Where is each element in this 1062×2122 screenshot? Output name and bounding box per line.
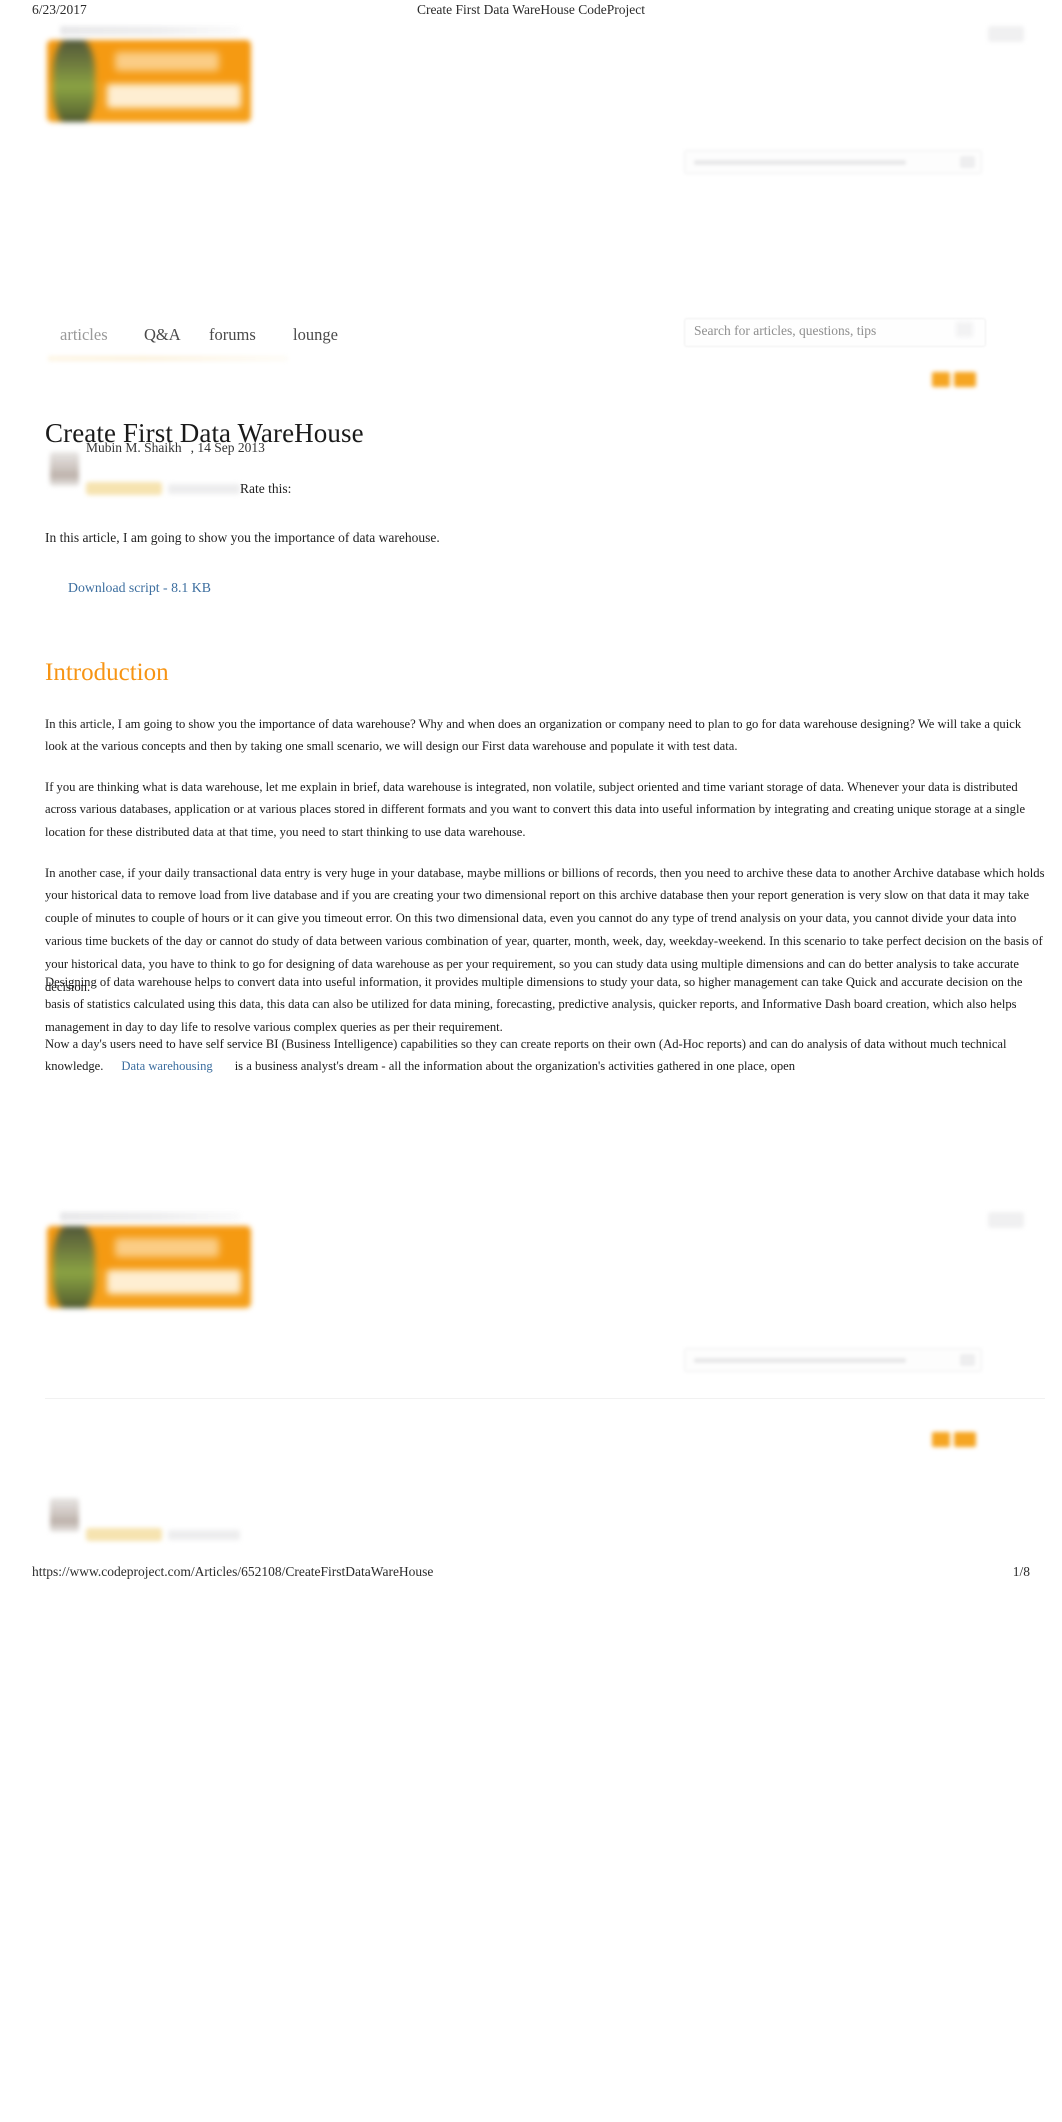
- paragraph-5-after: is a business analyst's dream - all the …: [234, 1059, 796, 1074]
- byline: Mubin M. Shaikh , 14 Sep 2013: [86, 440, 265, 456]
- logo-word-the-code: [115, 52, 219, 71]
- logo-bug-icon: [53, 40, 95, 122]
- nav-item-articles[interactable]: articles: [60, 325, 108, 345]
- article-action-chips-repeat[interactable]: [932, 1432, 976, 1447]
- article-action-chips[interactable]: [932, 372, 976, 387]
- rating-vote-count-repeat: [168, 1530, 240, 1540]
- banner-divider-repeat: [45, 1398, 1045, 1399]
- printed-page: 6/23/2017 Create First Data WareHouse Co…: [0, 0, 1062, 2122]
- site-banner-top: [0, 26, 1062, 136]
- logo-bug-icon-repeat: [53, 1226, 95, 1308]
- banner-tagline-ghost-repeat: [60, 1212, 240, 1221]
- print-footer-url: https://www.codeproject.com/Articles/652…: [32, 1564, 434, 1579]
- avatar[interactable]: [50, 452, 79, 486]
- codeproject-logo[interactable]: [47, 40, 251, 122]
- article-paragraph-4: Designing of data warehouse helps to con…: [45, 974, 1023, 1035]
- banner-search-line-repeat: [694, 1358, 906, 1363]
- chip-action-1-repeat[interactable]: [932, 1432, 950, 1447]
- banner-signin-ghost-repeat[interactable]: [988, 1212, 1024, 1228]
- banner-signin-ghost[interactable]: [988, 26, 1024, 42]
- codeproject-logo-repeat[interactable]: [47, 1226, 251, 1308]
- banner-search-line: [694, 160, 906, 165]
- author-name[interactable]: Mubin M. Shaikh: [86, 440, 182, 455]
- logo-word-project-repeat: [107, 1270, 241, 1294]
- logo-word-the-code-repeat: [115, 1238, 219, 1257]
- chip-action-2-repeat[interactable]: [954, 1432, 976, 1447]
- nav-item-lounge[interactable]: lounge: [293, 325, 338, 345]
- publish-date: , 14 Sep 2013: [190, 440, 265, 455]
- nav-item-forums[interactable]: forums: [209, 325, 256, 345]
- article-paragraph-1: In this article, I am going to show you …: [45, 716, 1022, 754]
- rate-this-label: Rate this:: [240, 481, 292, 496]
- article-lede: In this article, I am going to show you …: [45, 530, 440, 545]
- site-banner-repeat: [0, 1212, 1062, 1322]
- logo-word-project: [107, 84, 241, 108]
- data-warehousing-link[interactable]: Data warehousing: [103, 1059, 234, 1073]
- banner-search-ghost-repeat[interactable]: [684, 1348, 982, 1372]
- article-paragraph-5: Now a day's users need to have self serv…: [45, 1033, 1045, 1079]
- nav-item-qa[interactable]: Q&A: [144, 325, 181, 345]
- article-paragraph-2: If you are thinking what is data warehou…: [45, 779, 1026, 840]
- chip-action-2[interactable]: [954, 372, 976, 387]
- download-script-link[interactable]: Download script - 8.1 KB: [68, 580, 211, 596]
- banner-tagline-ghost: [60, 26, 240, 35]
- banner-search-ghost[interactable]: [684, 150, 982, 174]
- avatar-repeat[interactable]: [50, 1498, 79, 1532]
- banner-search-button-ghost-repeat[interactable]: [960, 1354, 975, 1366]
- print-page-number: 1/8: [1012, 1564, 1030, 1579]
- print-header: 6/23/2017 Create First Data WareHouse Co…: [0, 0, 1062, 22]
- search-placeholder-text: Search for articles, questions, tips: [694, 323, 877, 338]
- print-footer: https://www.codeproject.com/Articles/652…: [0, 1562, 1062, 1586]
- print-document-title: Create First Data WareHouse CodeProject: [416, 2, 646, 17]
- search-icon[interactable]: [956, 322, 973, 337]
- banner-search-button-ghost[interactable]: [960, 156, 975, 168]
- section-heading-introduction: Introduction: [45, 658, 169, 686]
- rating-stars[interactable]: [86, 482, 162, 495]
- chip-action-1[interactable]: [932, 372, 950, 387]
- rating-vote-count: [168, 484, 240, 494]
- rating-stars-repeat[interactable]: [86, 1528, 162, 1541]
- nav-active-underline: [48, 356, 288, 361]
